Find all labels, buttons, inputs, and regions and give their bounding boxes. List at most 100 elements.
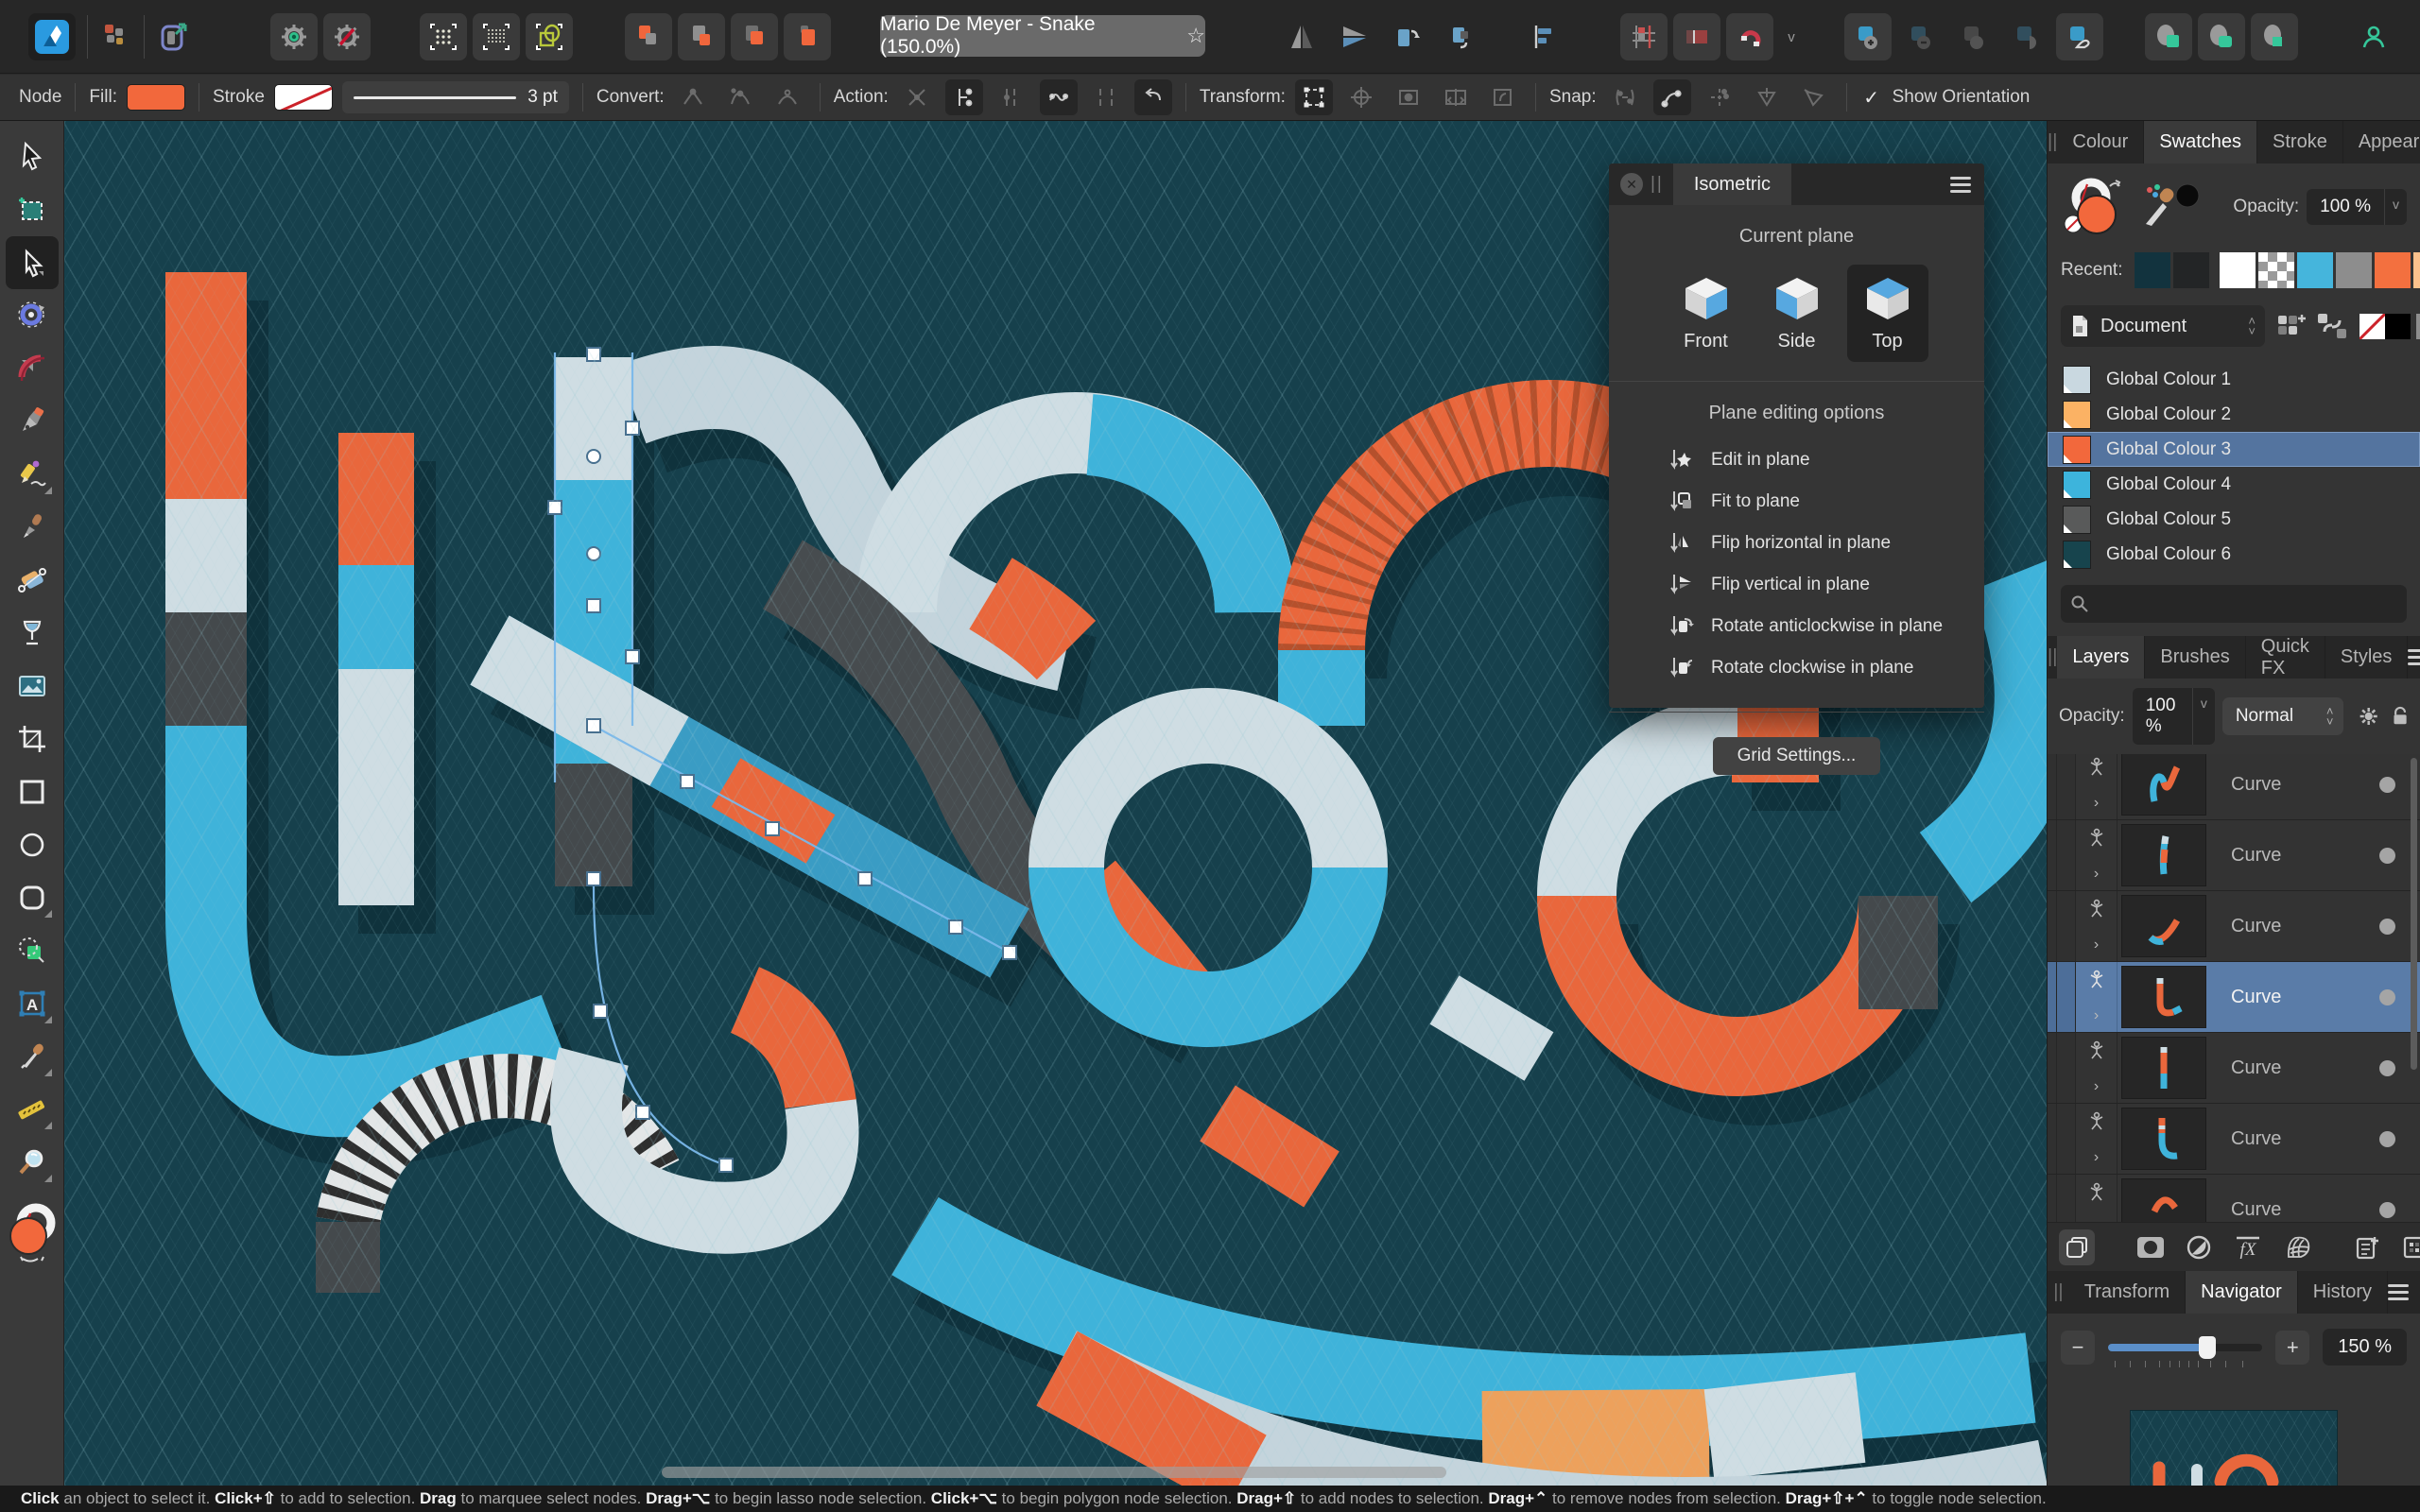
layers-scrollbar[interactable] (2411, 758, 2417, 1070)
layer-row[interactable]: › Curve (2048, 820, 2420, 891)
isometric-panel-tab[interactable]: Isometric (1672, 163, 1791, 205)
tab-history[interactable]: History (2298, 1271, 2388, 1314)
favourite-star-icon[interactable]: ☆ (1186, 24, 1205, 48)
mask-layer-button[interactable] (2136, 1235, 2165, 1260)
palette-select[interactable]: Document ˄ ˅ (2061, 305, 2265, 347)
artboard-tool[interactable] (6, 183, 59, 236)
transform-mirror-button[interactable] (1437, 79, 1475, 115)
arrange-back-one-button[interactable] (678, 13, 725, 60)
vector-crop-tool[interactable] (6, 713, 59, 765)
snapping-manager-button[interactable] (1620, 13, 1668, 60)
rotate-clockwise-in-plane-option[interactable]: Rotate clockwise in plane (1609, 647, 1984, 689)
vector-brush-tool[interactable] (6, 501, 59, 554)
snap-construction-button[interactable] (1795, 79, 1833, 115)
layer-visibility-dot[interactable] (2379, 847, 2395, 864)
fill-stroke-selector[interactable] (2, 1202, 62, 1263)
layer-visibility-dot[interactable] (2379, 988, 2395, 1005)
canvas-horizontal-scrollbar[interactable] (662, 1467, 1446, 1478)
layer-visibility-dot[interactable] (2379, 1059, 2395, 1076)
flip-horizontal-button[interactable] (1278, 13, 1325, 60)
global-colour-row-selected[interactable]: Global Colour 3 (2048, 432, 2420, 467)
close-icon[interactable]: ✕ (1620, 173, 1643, 196)
action-sharpen-button[interactable] (1087, 79, 1125, 115)
flip-vertical-in-plane-option[interactable]: Flip vertical in plane (1609, 564, 1984, 606)
boolean-intersect-button[interactable] (2251, 13, 2298, 60)
expand-chevron-icon[interactable]: › (2094, 1078, 2099, 1095)
panel-menu-icon[interactable] (2388, 1271, 2420, 1314)
layer-row[interactable]: › Curve (2048, 1033, 2420, 1104)
recent-swatch[interactable] (2220, 252, 2256, 288)
grid-settings-button[interactable]: Grid Settings... (1712, 737, 1881, 775)
rotate-anticlockwise-button[interactable] (1384, 13, 1431, 60)
tab-quick-fx[interactable]: Quick FX (2246, 636, 2325, 679)
rotate-anticlockwise-in-plane-option[interactable]: Rotate anticlockwise in plane (1609, 606, 1984, 647)
transform-shear-button[interactable] (1484, 79, 1522, 115)
add-layer-button[interactable] (2354, 1234, 2380, 1261)
layer-row-selected[interactable]: › Curve (2048, 962, 2420, 1033)
pixel-persona-button[interactable] (93, 13, 140, 60)
snapping-dropdown-chevron[interactable]: v (1779, 13, 1804, 60)
document-title-pill[interactable]: Mario De Meyer - Snake (150.0%) ☆ (880, 13, 1205, 58)
fill-stroke-indicator[interactable] (2061, 177, 2135, 237)
action-reverse-curve-button[interactable] (1133, 79, 1172, 115)
corner-tool[interactable] (6, 342, 59, 395)
chevron-down-icon[interactable]: v (2191, 688, 2215, 745)
plane-top-button[interactable]: Top (1846, 265, 1928, 362)
transform-origin-button[interactable] (1342, 79, 1380, 115)
tab-transform[interactable]: Transform (2069, 1271, 2187, 1314)
settings-gear-off-button[interactable] (323, 13, 371, 60)
action-close-curve-button[interactable] (944, 79, 983, 115)
recent-swatch[interactable] (2173, 252, 2210, 288)
designer-persona-button[interactable] (28, 13, 76, 60)
snap-to-geometry-button[interactable] (1606, 79, 1644, 115)
panel-grip-icon[interactable]: || (2048, 636, 2057, 679)
mini-swatch[interactable] (2416, 313, 2420, 339)
stroke-colour-swatch[interactable] (273, 84, 333, 111)
flip-horizontal-in-plane-option[interactable]: Flip horizontal in plane (1609, 523, 1984, 564)
transform-show-handles-button[interactable] (1390, 79, 1427, 115)
layer-row[interactable]: › Curve (2048, 1104, 2420, 1175)
blend-mode-select[interactable]: Normal ˄ ˅ (2221, 697, 2343, 735)
recent-swatch[interactable] (2336, 252, 2373, 288)
plane-front-button[interactable]: Front (1666, 265, 1747, 362)
expand-chevron-icon[interactable]: › (2094, 1149, 2099, 1166)
fit-to-plane-option[interactable]: Fit to plane (1609, 481, 1984, 523)
global-colour-row[interactable]: Global Colour 6 (2048, 537, 2420, 572)
action-join-curves-button[interactable] (993, 79, 1030, 115)
tab-swatches[interactable]: Swatches (2144, 121, 2258, 163)
force-pixel-alignment-button[interactable] (1673, 13, 1720, 60)
flip-vertical-button[interactable] (1331, 13, 1378, 60)
alignment-button[interactable] (1520, 13, 1567, 60)
global-colour-row[interactable]: Global Colour 1 (2048, 362, 2420, 397)
arrange-move-to-front-button[interactable] (784, 13, 831, 60)
snap-all-handles-button[interactable] (1701, 79, 1738, 115)
tab-styles[interactable]: Styles (2325, 636, 2409, 679)
live-mesh-warp-button[interactable] (2284, 1234, 2312, 1261)
swatch-search-input[interactable] (2061, 585, 2407, 623)
convert-sharp-button[interactable] (674, 79, 712, 115)
transform-bounding-box-button[interactable] (1294, 79, 1333, 115)
action-smooth-curve-button[interactable] (1039, 79, 1078, 115)
layer-effects-button[interactable]: fX (2233, 1234, 2263, 1261)
tab-appearance[interactable]: Appearance (2343, 121, 2420, 163)
global-colour-row[interactable]: Global Colour 2 (2048, 397, 2420, 432)
plane-side-button[interactable]: Side (1756, 265, 1838, 362)
pencil-tool[interactable] (6, 448, 59, 501)
arrange-forward-one-button[interactable] (731, 13, 778, 60)
show-orientation-checkbox[interactable]: ✓ (1860, 86, 1883, 109)
replace-selection-button[interactable] (2003, 13, 2050, 60)
mini-swatch-none[interactable] (2360, 313, 2385, 339)
layers-stack-button[interactable] (2059, 1228, 2095, 1265)
colour-picker-icon[interactable] (2140, 182, 2201, 232)
layer-visibility-dot[interactable] (2379, 776, 2395, 793)
global-colour-row[interactable]: Global Colour 5 (2048, 502, 2420, 537)
zoom-percentage[interactable]: 150 % (2323, 1329, 2407, 1366)
layer-visibility-dot[interactable] (2379, 1130, 2395, 1147)
snapping-toggle-button[interactable] (1726, 13, 1773, 60)
opacity-value[interactable]: 100 % (2307, 189, 2384, 225)
add-pixel-layer-button[interactable] (2401, 1234, 2420, 1261)
rectangle-tool[interactable] (6, 765, 59, 818)
lock-icon[interactable] (2392, 704, 2409, 729)
fill-colour-swatch[interactable] (126, 84, 185, 111)
chevron-down-icon[interactable]: v (2384, 189, 2407, 225)
